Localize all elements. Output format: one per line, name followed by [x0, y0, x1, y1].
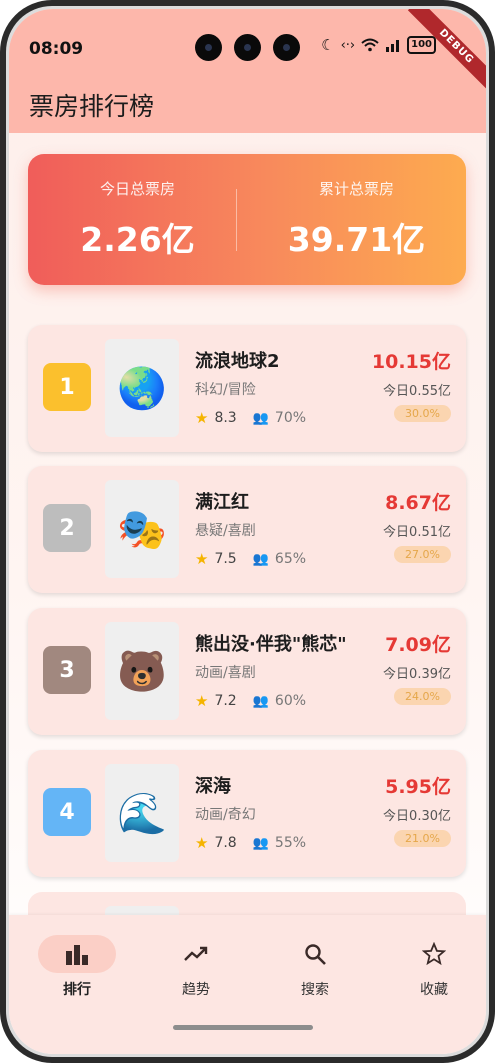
poster-globe-icon: 🌏 — [105, 339, 179, 437]
movie-genre: 动画/喜剧 — [195, 665, 256, 681]
total-value: 39.71亿 — [287, 220, 426, 259]
movie-title: 满江红 — [195, 492, 249, 513]
share-badge: 24.0% — [394, 688, 451, 705]
movie-card[interactable]: 4 🌊 深海 动画/奇幻 ★ 7.8 👥 55% 5.95亿 今日0.30亿 2… — [28, 750, 466, 877]
movie-card[interactable]: 1 🌏 流浪地球2 科幻/冒险 ★ 8.3 👥 70% 10.15亿 今日0.5… — [28, 325, 466, 452]
rank-badge: 4 — [43, 788, 91, 836]
star-outline-icon — [422, 942, 446, 966]
device-bezel: 08:09 ☾ ‹·› 100 DEBUG 票房排行榜 今日总票房 2.26亿 — [6, 6, 489, 1057]
movie-card[interactable]: 2 🎭 满江红 悬疑/喜剧 ★ 7.5 👥 65% 8.67亿 今日0.51亿 … — [28, 466, 466, 593]
movie-meta: ★ 8.3 👥 70% — [195, 409, 306, 427]
page-title: 票房排行榜 — [29, 92, 155, 121]
movie-meta: ★ 7.8 👥 55% — [195, 834, 306, 852]
camera-cutout — [195, 34, 300, 61]
nav-pill — [276, 935, 354, 973]
wifi-icon — [361, 38, 379, 52]
nav-item-trends[interactable]: 趋势 — [146, 935, 246, 999]
moon-icon: ☾ — [321, 36, 335, 54]
home-indicator[interactable] — [173, 1025, 313, 1030]
app-bar: 08:09 ☾ ‹·› 100 DEBUG 票房排行榜 — [9, 9, 486, 133]
camera-lens-icon — [234, 34, 261, 61]
camera-lens-icon — [273, 34, 300, 61]
movie-today-box-office: 今日0.55亿 — [383, 384, 451, 399]
rank-badge: 3 — [43, 646, 91, 694]
nav-item-favorites[interactable]: 收藏 — [384, 935, 484, 999]
movie-card[interactable]: 3 🐻 熊出没·伴我"熊芯" 动画/喜剧 ★ 7.2 👥 60% 7.09亿 今… — [28, 608, 466, 735]
people-icon: 👥 — [252, 693, 269, 709]
movie-occupancy: 70% — [274, 410, 307, 426]
movie-genre: 动画/奇幻 — [195, 807, 256, 823]
poster-bear-icon: 🐻 — [105, 622, 179, 720]
movie-total-box-office: 10.15亿 — [371, 351, 451, 373]
movie-title: 深海 — [195, 776, 231, 797]
total-label: 累计总票房 — [318, 180, 394, 198]
star-icon: ★ — [195, 550, 209, 568]
share-badge: 21.0% — [394, 830, 451, 847]
nav-label: 收藏 — [420, 982, 448, 998]
star-icon: ★ — [195, 692, 209, 710]
movie-occupancy: 60% — [274, 693, 307, 709]
poster-wave-icon: 🌊 — [105, 764, 179, 862]
movie-rating: 7.5 — [214, 551, 237, 567]
share-badge: 30.0% — [394, 405, 451, 422]
nav-pill — [157, 935, 235, 973]
movie-rating: 7.8 — [214, 835, 237, 851]
bottom-navigation: 排行 趋势 搜索 收藏 — [9, 915, 486, 1054]
summary-divider — [236, 189, 237, 251]
total-summary: 累计总票房 39.71亿 — [247, 178, 466, 261]
today-summary: 今日总票房 2.26亿 — [28, 178, 247, 261]
movie-total-box-office: 7.09亿 — [385, 634, 451, 656]
movie-rating: 7.2 — [214, 693, 237, 709]
code-icon: ‹·› — [340, 37, 356, 53]
nav-pill — [38, 935, 116, 973]
battery-icon: 100 — [407, 36, 436, 54]
box-office-summary-card: 今日总票房 2.26亿 累计总票房 39.71亿 — [28, 154, 466, 285]
status-icons: ☾ ‹·› 100 — [321, 36, 436, 54]
movie-today-box-office: 今日0.30亿 — [383, 809, 451, 824]
star-icon: ★ — [195, 409, 209, 427]
movie-rating: 8.3 — [214, 410, 237, 426]
camera-lens-icon — [195, 34, 222, 61]
rank-badge: 1 — [43, 363, 91, 411]
device-frame: 08:09 ☾ ‹·› 100 DEBUG 票房排行榜 今日总票房 2.26亿 — [0, 0, 495, 1063]
bar-chart-icon — [66, 945, 88, 965]
movie-today-box-office: 今日0.51亿 — [383, 525, 451, 540]
star-icon: ★ — [195, 834, 209, 852]
today-value: 2.26亿 — [80, 220, 195, 259]
movie-occupancy: 55% — [274, 835, 307, 851]
movie-meta: ★ 7.2 👥 60% — [195, 692, 306, 710]
movie-genre: 悬疑/喜剧 — [195, 523, 256, 539]
nav-item-search[interactable]: 搜索 — [265, 935, 365, 999]
movie-genre: 科幻/冒险 — [195, 382, 256, 398]
people-icon: 👥 — [252, 835, 269, 851]
movie-occupancy: 65% — [274, 551, 307, 567]
share-badge: 27.0% — [394, 546, 451, 563]
rank-badge: 2 — [43, 504, 91, 552]
nav-label: 搜索 — [301, 982, 329, 998]
status-time: 08:09 — [29, 39, 84, 59]
movie-total-box-office: 5.95亿 — [385, 776, 451, 798]
people-icon: 👥 — [252, 410, 269, 426]
signal-icon — [386, 40, 400, 52]
nav-item-ranking[interactable]: 排行 — [27, 935, 127, 999]
trending-up-icon — [184, 946, 208, 961]
search-icon — [305, 944, 326, 965]
movie-total-box-office: 8.67亿 — [385, 492, 451, 514]
movie-today-box-office: 今日0.39亿 — [383, 667, 451, 682]
nav-label: 排行 — [63, 982, 91, 998]
movie-title: 熊出没·伴我"熊芯" — [195, 634, 347, 655]
today-label: 今日总票房 — [99, 180, 175, 198]
nav-pill — [395, 935, 473, 973]
nav-label: 趋势 — [182, 982, 210, 998]
poster-theater-masks-icon: 🎭 — [105, 480, 179, 578]
movie-meta: ★ 7.5 👥 65% — [195, 550, 306, 568]
people-icon: 👥 — [252, 551, 269, 567]
app-screen: 08:09 ☾ ‹·› 100 DEBUG 票房排行榜 今日总票房 2.26亿 — [9, 9, 486, 1054]
movie-title: 流浪地球2 — [195, 351, 280, 372]
